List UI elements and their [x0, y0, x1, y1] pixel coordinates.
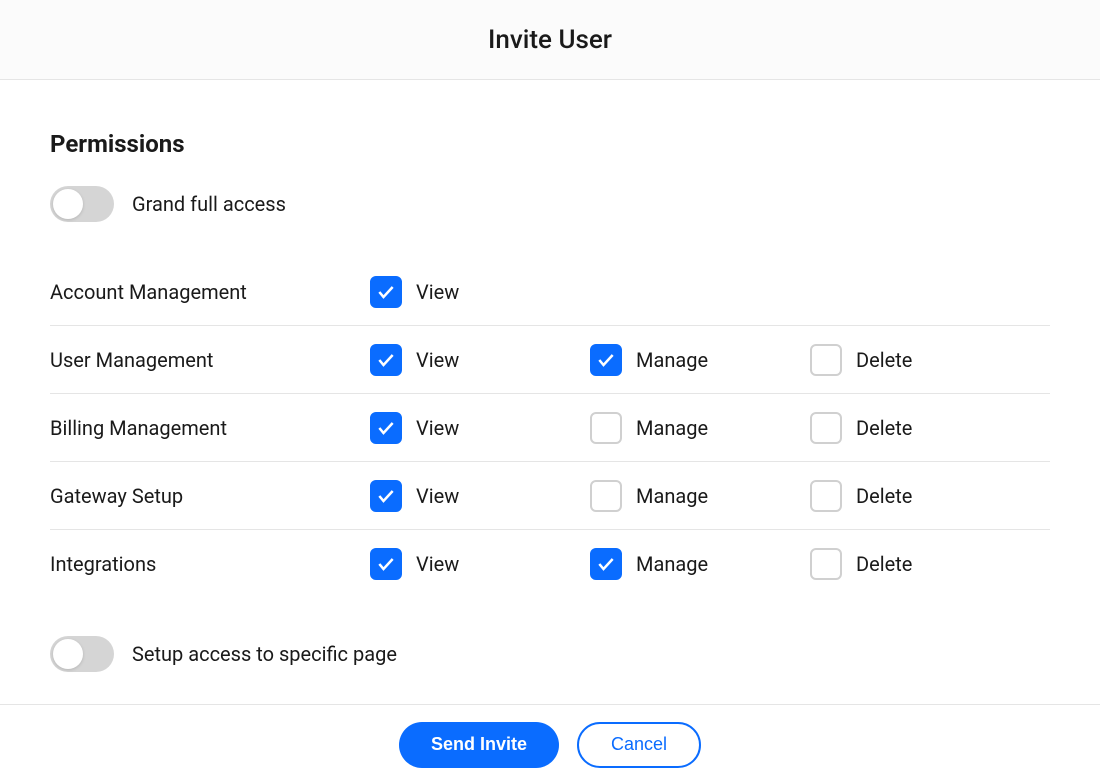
perm-label-delete-3: Delete: [856, 484, 912, 508]
perm-label-delete-2: Delete: [856, 416, 912, 440]
cancel-button[interactable]: Cancel: [577, 722, 701, 768]
perm-cell-manage-2: Manage: [590, 412, 810, 444]
checkbox-manage-2[interactable]: [590, 412, 622, 444]
perm-label-view-4: View: [416, 552, 459, 576]
send-invite-button[interactable]: Send Invite: [399, 722, 559, 768]
checkbox-view-4[interactable]: [370, 548, 402, 580]
perm-cell-manage-4: Manage: [590, 548, 810, 580]
full-access-toggle[interactable]: [50, 186, 114, 222]
perm-label-view-1: View: [416, 348, 459, 372]
dialog-content: Permissions Grand full access Account Ma…: [0, 80, 1100, 672]
perm-cell-manage-1: Manage: [590, 344, 810, 376]
perm-row: Gateway Setup View Manage Delete: [50, 462, 1050, 530]
full-access-row: Grand full access: [50, 186, 1050, 222]
dialog-header: Invite User: [0, 0, 1100, 80]
perm-label-view-0: View: [416, 280, 459, 304]
perm-cell-delete-2: Delete: [810, 412, 912, 444]
perm-label-manage-1: Manage: [636, 348, 708, 372]
perm-cell-view-4: View: [370, 548, 590, 580]
specific-page-row: Setup access to specific page: [50, 636, 1050, 672]
perm-cell-view-0: View: [370, 276, 590, 308]
checkbox-delete-4[interactable]: [810, 548, 842, 580]
perm-label-delete-4: Delete: [856, 552, 912, 576]
specific-page-toggle[interactable]: [50, 636, 114, 672]
perm-row-name: Gateway Setup: [50, 484, 370, 508]
checkbox-delete-1[interactable]: [810, 344, 842, 376]
toggle-knob: [53, 189, 83, 219]
perm-row: User Management View Manage Delete: [50, 326, 1050, 394]
perm-row-name: User Management: [50, 348, 370, 372]
checkbox-view-1[interactable]: [370, 344, 402, 376]
perm-row: Integrations View Manage Delete: [50, 530, 1050, 598]
perm-label-manage-2: Manage: [636, 416, 708, 440]
perm-label-manage-4: Manage: [636, 552, 708, 576]
perm-label-view-3: View: [416, 484, 459, 508]
checkbox-manage-3[interactable]: [590, 480, 622, 512]
perm-row: Account Management View: [50, 258, 1050, 326]
full-access-label: Grand full access: [132, 192, 286, 216]
perm-label-delete-1: Delete: [856, 348, 912, 372]
perm-label-manage-3: Manage: [636, 484, 708, 508]
toggle-knob: [53, 639, 83, 669]
perm-cell-delete-1: Delete: [810, 344, 912, 376]
perm-cell-delete-4: Delete: [810, 548, 912, 580]
perm-row-name: Account Management: [50, 280, 370, 304]
checkbox-manage-4[interactable]: [590, 548, 622, 580]
checkbox-delete-3[interactable]: [810, 480, 842, 512]
checkbox-delete-2[interactable]: [810, 412, 842, 444]
specific-page-label: Setup access to specific page: [132, 642, 397, 666]
perm-row-name: Integrations: [50, 552, 370, 576]
perm-cell-manage-3: Manage: [590, 480, 810, 512]
perm-row: Billing Management View Manage Delete: [50, 394, 1050, 462]
perm-cell-view-2: View: [370, 412, 590, 444]
perm-cell-view-1: View: [370, 344, 590, 376]
checkbox-view-2[interactable]: [370, 412, 402, 444]
perm-label-view-2: View: [416, 416, 459, 440]
permissions-table: Account Management View User Management Vie…: [50, 258, 1050, 598]
checkbox-view-0[interactable]: [370, 276, 402, 308]
checkbox-view-3[interactable]: [370, 480, 402, 512]
dialog-footer: Send Invite Cancel: [0, 704, 1100, 784]
perm-cell-view-3: View: [370, 480, 590, 512]
perm-cell-delete-3: Delete: [810, 480, 912, 512]
perm-row-name: Billing Management: [50, 416, 370, 440]
permissions-title: Permissions: [50, 130, 1050, 158]
checkbox-manage-1[interactable]: [590, 344, 622, 376]
dialog-title: Invite User: [488, 25, 612, 55]
